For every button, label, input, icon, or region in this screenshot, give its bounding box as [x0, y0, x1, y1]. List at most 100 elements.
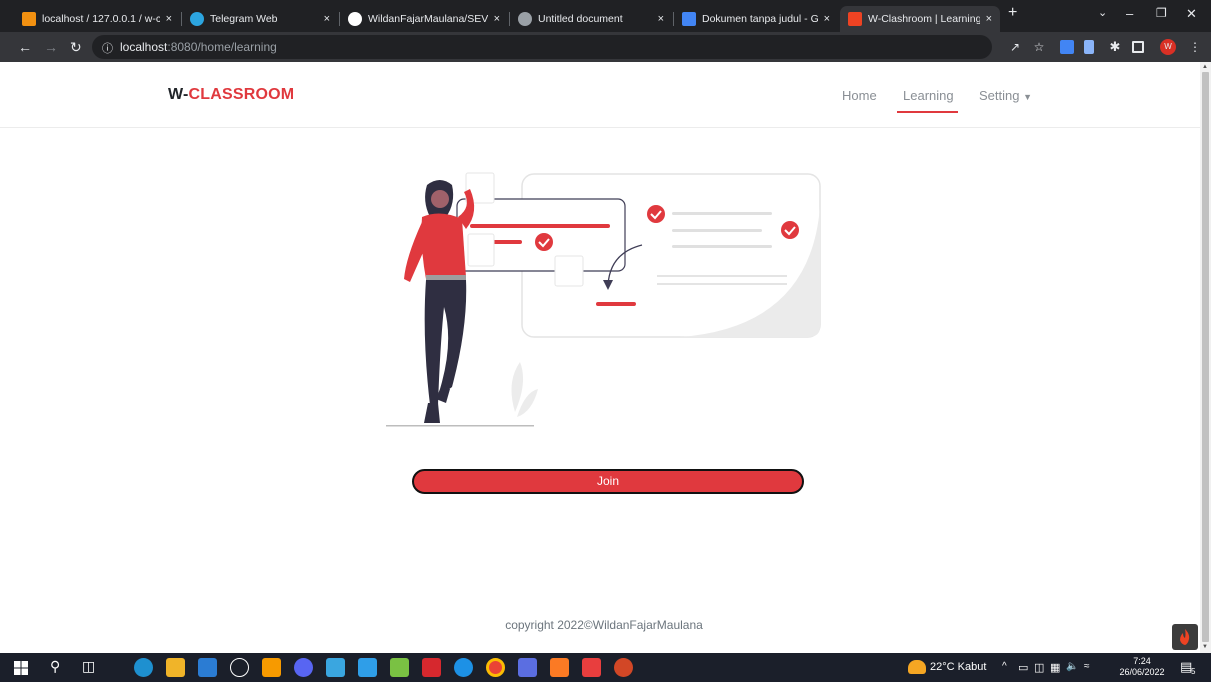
- new-tab-button[interactable]: +: [1008, 4, 1017, 22]
- tab-w-clashroom[interactable]: W-Clashroom | Learning ×: [840, 6, 1000, 32]
- minimize-icon[interactable]: –: [1126, 6, 1133, 21]
- illustration-check-2: [781, 221, 799, 239]
- brand-prefix: W-: [168, 86, 189, 103]
- page-viewport: W-CLASSROOM Home Learning Setting ▼ Join…: [0, 62, 1200, 653]
- menu-kebab-icon[interactable]: ⋮: [1188, 40, 1202, 54]
- site-info-icon[interactable]: ⓘ: [102, 40, 113, 56]
- discord-icon[interactable]: [294, 658, 313, 677]
- illustration-plant: [511, 362, 524, 412]
- phpmyadmin-icon: [22, 12, 36, 26]
- weather-cloud-icon: [908, 660, 926, 674]
- restore-icon[interactable]: ❐: [1156, 6, 1167, 20]
- tab-search-icon[interactable]: ⌄: [1098, 6, 1107, 19]
- profile-avatar[interactable]: W: [1160, 39, 1176, 55]
- meet-now-icon[interactable]: ◫: [1034, 661, 1044, 674]
- reload-icon[interactable]: ↻: [70, 38, 82, 56]
- browser-toolbar: ← → ↻ ⓘ localhost:8080/home/learning ↗ ☆…: [0, 32, 1211, 62]
- join-button[interactable]: Join: [412, 469, 804, 494]
- scroll-thumb[interactable]: [1202, 72, 1209, 642]
- github-icon: [348, 12, 362, 26]
- powerpoint-icon[interactable]: [614, 658, 633, 677]
- tab-title: Untitled document: [538, 13, 623, 25]
- address-bar[interactable]: ⓘ localhost:8080/home/learning: [92, 35, 992, 59]
- codeigniter-debug-toolbar-button[interactable]: [1172, 624, 1198, 650]
- vscode-icon[interactable]: [358, 658, 377, 677]
- nav-setting-label: Setting: [979, 88, 1020, 103]
- extension-icon[interactable]: [1084, 40, 1094, 54]
- weather-text[interactable]: 22°C Kabut: [930, 661, 986, 673]
- illustration-note: [467, 233, 495, 267]
- close-icon[interactable]: ×: [324, 13, 330, 25]
- windows-start-icon[interactable]: [14, 661, 28, 675]
- codeigniter-icon: [848, 12, 862, 26]
- close-icon[interactable]: ×: [494, 13, 500, 25]
- brand-logo[interactable]: W-CLASSROOM: [168, 86, 294, 104]
- speaker-icon[interactable]: 🔈: [1066, 661, 1078, 672]
- illustration-ground: [386, 425, 534, 427]
- window-close-icon[interactable]: ✕: [1186, 6, 1197, 22]
- tab-untitled-document[interactable]: Untitled document ×: [510, 6, 672, 32]
- illustration-check-3: [535, 233, 553, 251]
- share-icon[interactable]: ↗: [1008, 40, 1022, 54]
- clock-date: 26/06/2022: [1119, 667, 1165, 677]
- battery-icon[interactable]: ▭: [1018, 661, 1028, 674]
- task-view-icon[interactable]: ◫: [82, 658, 95, 675]
- mysql-workbench-icon[interactable]: [326, 658, 345, 677]
- tab-github[interactable]: WildanFajarMaulana/SEVIM ×: [340, 6, 508, 32]
- page-scrollbar[interactable]: ▲ ▼: [1200, 62, 1211, 653]
- learning-illustration: [386, 172, 821, 427]
- tab-phpmyadmin[interactable]: localhost / 127.0.0.1 / w-cla ×: [14, 6, 180, 32]
- close-icon[interactable]: ×: [986, 13, 992, 25]
- close-icon[interactable]: ×: [658, 13, 664, 25]
- caret-down-icon: ▼: [1023, 92, 1033, 102]
- translate-extension-icon[interactable]: [1060, 40, 1074, 54]
- git-extension-icon[interactable]: [390, 658, 409, 677]
- postman-icon[interactable]: [582, 658, 601, 677]
- scroll-down-arrow-icon[interactable]: ▼: [1202, 644, 1208, 650]
- google-docs-icon: [682, 12, 696, 26]
- mail-icon[interactable]: [198, 658, 217, 677]
- tab-telegram[interactable]: Telegram Web ×: [182, 6, 338, 32]
- tab-title: Telegram Web: [210, 13, 278, 25]
- notepad-icon[interactable]: [518, 658, 537, 677]
- tab-title: WildanFajarMaulana/SEVIM: [368, 13, 488, 25]
- chrome-icon[interactable]: [486, 658, 505, 677]
- tab-google-docs[interactable]: Dokumen tanpa judul - Goo ×: [674, 6, 838, 32]
- search-icon[interactable]: ⚲: [50, 658, 60, 675]
- flame-icon: [1180, 629, 1190, 645]
- illustration-person-torso: [421, 213, 466, 279]
- url-text: localhost:8080/home/learning: [120, 40, 277, 54]
- illustration-person-legs: [424, 280, 467, 405]
- close-icon[interactable]: ×: [824, 13, 830, 25]
- illustration-red-bar: [596, 302, 636, 306]
- docker-icon[interactable]: [454, 658, 473, 677]
- forward-icon[interactable]: →: [44, 38, 58, 56]
- tab-title: W-Clashroom | Learning: [868, 13, 980, 25]
- site-navbar: W-CLASSROOM Home Learning Setting ▼: [0, 62, 1200, 128]
- taskbar-clock[interactable]: 7:24 26/06/2022: [1117, 656, 1167, 678]
- nav-learning-link[interactable]: Learning: [903, 88, 954, 103]
- sublime-text-icon[interactable]: [262, 658, 281, 677]
- xampp-icon[interactable]: [550, 658, 569, 677]
- nav-setting-dropdown[interactable]: Setting ▼: [979, 88, 1032, 103]
- dell-icon[interactable]: [230, 658, 249, 677]
- scroll-up-arrow-icon[interactable]: ▲: [1202, 64, 1208, 70]
- filezilla-icon[interactable]: [422, 658, 441, 677]
- side-panel-icon[interactable]: [1132, 41, 1144, 53]
- nav-home-link[interactable]: Home: [842, 88, 877, 103]
- bookmark-star-icon[interactable]: ☆: [1032, 40, 1046, 54]
- illustration-line: [657, 275, 787, 277]
- tray-overflow-icon[interactable]: ^: [1002, 661, 1007, 672]
- back-icon[interactable]: ←: [18, 38, 32, 56]
- tab-title: Dokumen tanpa judul - Goo: [702, 13, 818, 25]
- illustration-line: [657, 283, 787, 285]
- close-icon[interactable]: ×: [166, 13, 172, 25]
- edge-icon[interactable]: [134, 658, 153, 677]
- language-icon[interactable]: ▦: [1050, 661, 1060, 674]
- illustration-red-bar: [470, 224, 610, 228]
- browser-tab-strip: localhost / 127.0.0.1 / w-cla × Telegram…: [0, 0, 1211, 32]
- illustration-line: [672, 245, 772, 248]
- wifi-icon[interactable]: ≈: [1084, 661, 1090, 672]
- file-explorer-icon[interactable]: [166, 658, 185, 677]
- extensions-puzzle-icon[interactable]: ✱: [1108, 40, 1122, 54]
